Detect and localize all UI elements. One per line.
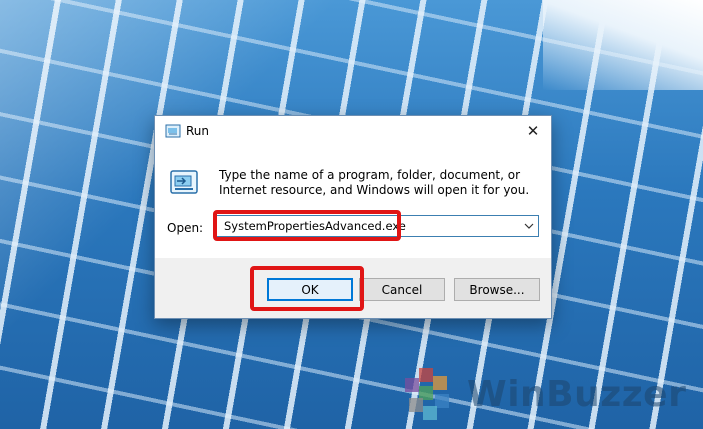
run-dialog: Run ✕ Type the name of a program, folder…	[154, 115, 552, 319]
open-label: Open:	[167, 221, 204, 235]
watermark-logo-icon	[405, 368, 461, 420]
title-bar[interactable]: Run ✕	[155, 116, 551, 146]
watermark: WinBuzzer	[405, 368, 686, 420]
wallpaper-sky	[543, 0, 703, 90]
dialog-title: Run	[186, 124, 210, 138]
dialog-body: Type the name of a program, folder, docu…	[155, 146, 551, 258]
browse-button[interactable]: Browse...	[454, 278, 540, 301]
ok-button-highlight	[250, 266, 364, 311]
run-program-icon	[170, 170, 198, 194]
dialog-description: Type the name of a program, folder, docu…	[219, 168, 530, 197]
chevron-down-icon[interactable]	[524, 221, 534, 231]
cancel-button[interactable]: Cancel	[359, 278, 445, 301]
close-button[interactable]: ✕	[515, 116, 551, 146]
close-icon: ✕	[526, 122, 540, 140]
input-highlight	[213, 210, 401, 241]
watermark-text: WinBuzzer	[467, 373, 687, 415]
run-app-icon	[165, 124, 181, 138]
